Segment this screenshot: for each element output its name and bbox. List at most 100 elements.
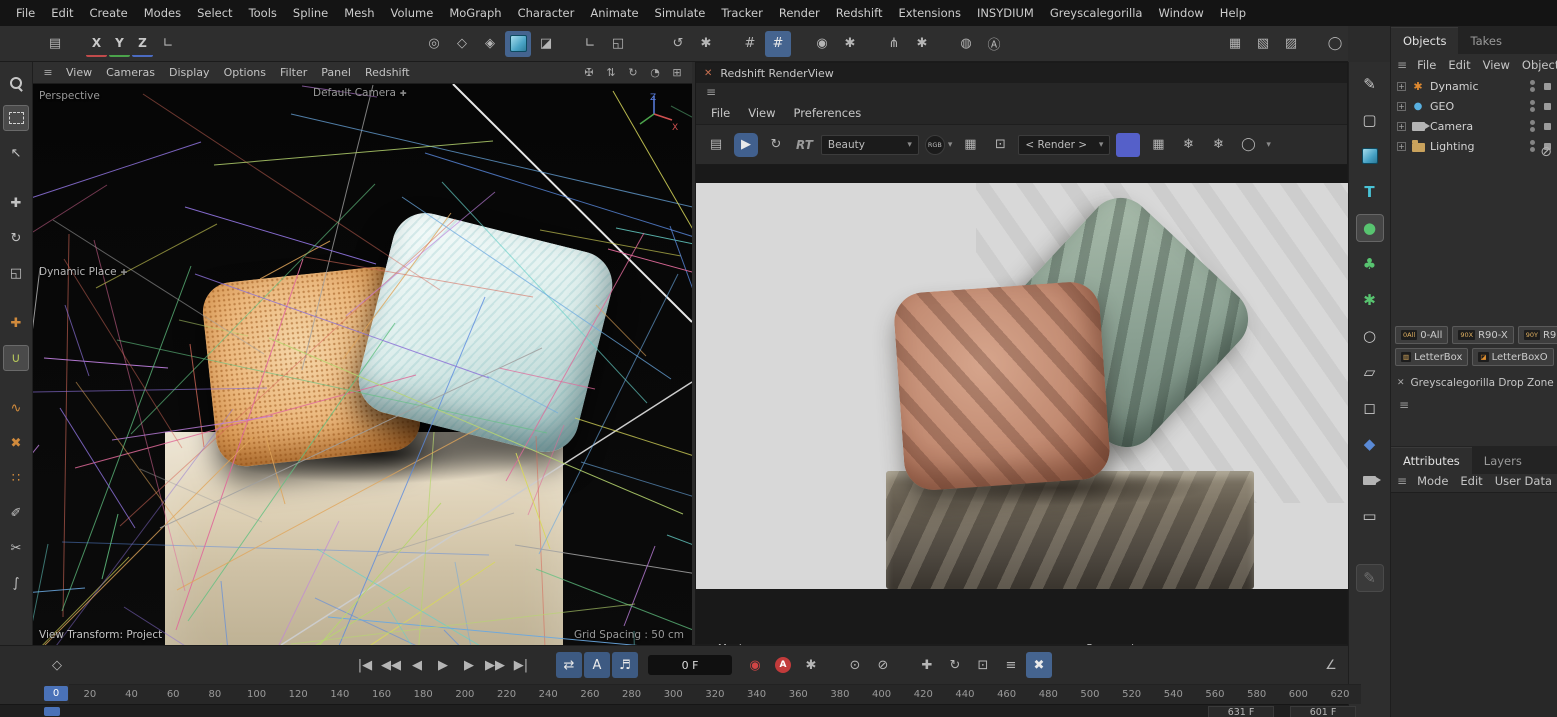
coord-system-button[interactable]: ∟ <box>155 31 181 57</box>
object-tree-row[interactable]: + Lighting <box>1391 136 1557 156</box>
freeze-icon[interactable]: ❄ <box>1176 133 1200 157</box>
visibility-dots[interactable] <box>1530 140 1535 152</box>
object-tree-row[interactable]: + Dynamic <box>1391 76 1557 96</box>
menu-item[interactable]: Tracker <box>713 0 771 26</box>
extrude-button[interactable]: ◱ <box>605 31 631 57</box>
axis-x-toggle[interactable]: X <box>86 31 107 57</box>
enable-toggle[interactable] <box>1544 82 1551 90</box>
visibility-dots[interactable] <box>1530 100 1535 112</box>
safe-frame-button[interactable]: Ⓐ <box>981 31 1007 57</box>
range-field-2[interactable]: 601 F <box>1290 706 1356 717</box>
start-render-button[interactable]: ▶ <box>734 132 758 157</box>
snap-tool[interactable]: ∪ <box>3 345 29 371</box>
tab[interactable]: Objects <box>1391 27 1459 54</box>
menu-item[interactable]: Volume <box>383 0 442 26</box>
snap-grid-button[interactable]: # <box>737 31 763 57</box>
key-params-toggle[interactable]: ⊡ <box>970 652 996 678</box>
generator-icon[interactable]: ✱ <box>1356 286 1384 314</box>
key-rotation-toggle[interactable]: ✚ <box>914 652 940 678</box>
menu-item[interactable]: Greyscalegorilla <box>1042 0 1151 26</box>
range-field-1[interactable]: 631 F <box>1208 706 1274 717</box>
move-tool[interactable]: ✚ <box>3 190 29 216</box>
menu-item[interactable]: Tools <box>241 0 285 26</box>
spline-pen-icon[interactable]: ✎ <box>1356 70 1384 98</box>
renderview-tab[interactable]: Redshift RenderView <box>720 67 833 80</box>
render-view-button[interactable]: ▦ <box>1222 31 1248 57</box>
stage-icon[interactable]: ▭ <box>1356 502 1384 530</box>
pixel-grid-icon[interactable]: ▦ <box>958 133 982 157</box>
menu-item[interactable]: Simulate <box>647 0 714 26</box>
camera-label[interactable]: Default Camera ✚ <box>313 87 407 99</box>
keying-settings-button[interactable]: ✱ <box>798 652 824 678</box>
spline-button[interactable]: ∟ <box>577 31 603 57</box>
sphere-primitive-icon[interactable]: ● <box>1355 214 1384 242</box>
tool-settings-button[interactable]: ✱ <box>909 31 935 57</box>
visibility-dots[interactable] <box>1530 120 1535 132</box>
lens-button[interactable]: ◍ <box>953 31 979 57</box>
hook-tool[interactable]: ∿ <box>3 395 29 421</box>
renderview-menu-item[interactable]: Preferences <box>787 106 869 120</box>
take-button-letterbox[interactable]: ▥ LetterBox <box>1395 348 1469 366</box>
brush-tool[interactable]: ✐ <box>3 500 29 526</box>
menu-item[interactable]: Spline <box>285 0 336 26</box>
axis-y-toggle[interactable]: Y <box>109 31 130 57</box>
play-button[interactable]: ▶ <box>430 652 456 678</box>
sound-toggle[interactable]: ♬ <box>612 652 638 678</box>
hamburger-icon[interactable]: ≡ <box>1399 398 1409 412</box>
ngon-icon[interactable]: ○ <box>1356 322 1384 350</box>
camera-strip-icon[interactable] <box>1356 466 1384 494</box>
objects-menu-item[interactable]: Object <box>1516 58 1557 72</box>
guide-icon[interactable]: ◻ <box>1356 394 1384 422</box>
interactive-render-button[interactable]: ◯ <box>1322 31 1348 57</box>
rectangle-selection-tool[interactable] <box>3 105 29 131</box>
chevron-down-icon[interactable]: ▾ <box>1266 140 1271 150</box>
spline-tools-button[interactable]: ⋔ <box>881 31 907 57</box>
expand-icon[interactable]: + <box>1397 121 1406 131</box>
menu-item[interactable]: Extensions <box>890 0 968 26</box>
cube-primitive-button[interactable] <box>505 30 531 57</box>
menu-item[interactable]: Window <box>1150 0 1211 26</box>
objects-menu-item[interactable]: Edit <box>1442 58 1476 72</box>
attributes-menu-item[interactable]: Mode <box>1411 474 1454 488</box>
text-primitive-icon[interactable]: T <box>1356 178 1384 206</box>
workplane-icon[interactable]: ▱ <box>1356 358 1384 386</box>
render-settings-button[interactable]: ▨ <box>1278 31 1304 57</box>
axis-z-toggle[interactable]: Z <box>132 31 153 57</box>
menu-item[interactable]: Render <box>771 0 828 26</box>
viewport-menu-item[interactable]: View <box>59 66 99 79</box>
rotate-view-icon[interactable]: ↻ <box>624 64 642 82</box>
enable-toggle[interactable] <box>1544 102 1551 110</box>
visibility-dots[interactable] <box>1530 80 1535 92</box>
pin-tool[interactable]: ✂ <box>3 535 29 561</box>
pan-view-icon[interactable]: ✠ <box>580 64 598 82</box>
bucket-grid-icon[interactable]: ▦ <box>1146 133 1170 157</box>
autokey-toggle[interactable]: A <box>770 652 796 678</box>
attributes-menu-item[interactable]: User Data <box>1489 474 1557 488</box>
object-tree-row[interactable]: + GEO <box>1391 96 1557 116</box>
snapshot-icon[interactable]: ▤ <box>704 133 728 157</box>
menu-item[interactable]: Mesh <box>336 0 382 26</box>
tab[interactable]: Takes <box>1458 28 1514 54</box>
take-button-0-all[interactable]: 0All 0-All <box>1395 326 1449 344</box>
viewport-canvas[interactable]: Perspective Default Camera ✚ Dynamic Plac… <box>33 84 692 645</box>
menu-item[interactable]: Redshift <box>828 0 891 26</box>
rotate-tool[interactable]: ↻ <box>3 225 29 251</box>
toggle-views-icon[interactable]: ⊞ <box>668 64 686 82</box>
timeline-ruler[interactable]: 20 40 60 80 100 120 140 160 180 200 220 240 260 280 30… <box>69 684 1361 704</box>
capsule-button[interactable]: ◇ <box>449 31 475 57</box>
next-frame-button[interactable]: ▶ <box>456 652 482 678</box>
viewport-menu-item[interactable]: Panel <box>314 66 358 79</box>
hamburger-icon[interactable]: ≡ <box>706 85 716 99</box>
expand-icon[interactable]: + <box>1397 101 1406 111</box>
move-handle-icon[interactable]: ✚ <box>400 89 407 98</box>
menu-item[interactable]: Animate <box>582 0 646 26</box>
render-source-select[interactable]: < Render > ▾ <box>1018 134 1111 155</box>
vegetation-icon[interactable]: ♣ <box>1356 250 1384 278</box>
viewport-menu-item[interactable]: Redshift <box>358 66 417 79</box>
objects-menu-item[interactable]: View <box>1477 58 1516 72</box>
goto-start-button[interactable]: |◀ <box>352 652 378 678</box>
renderview-menu-item[interactable]: File <box>704 106 737 120</box>
aov-select[interactable]: Beauty ▾ <box>820 134 919 155</box>
annotate-icon[interactable]: ✎ <box>1355 564 1384 592</box>
play-range-toggle[interactable]: A <box>584 652 610 678</box>
